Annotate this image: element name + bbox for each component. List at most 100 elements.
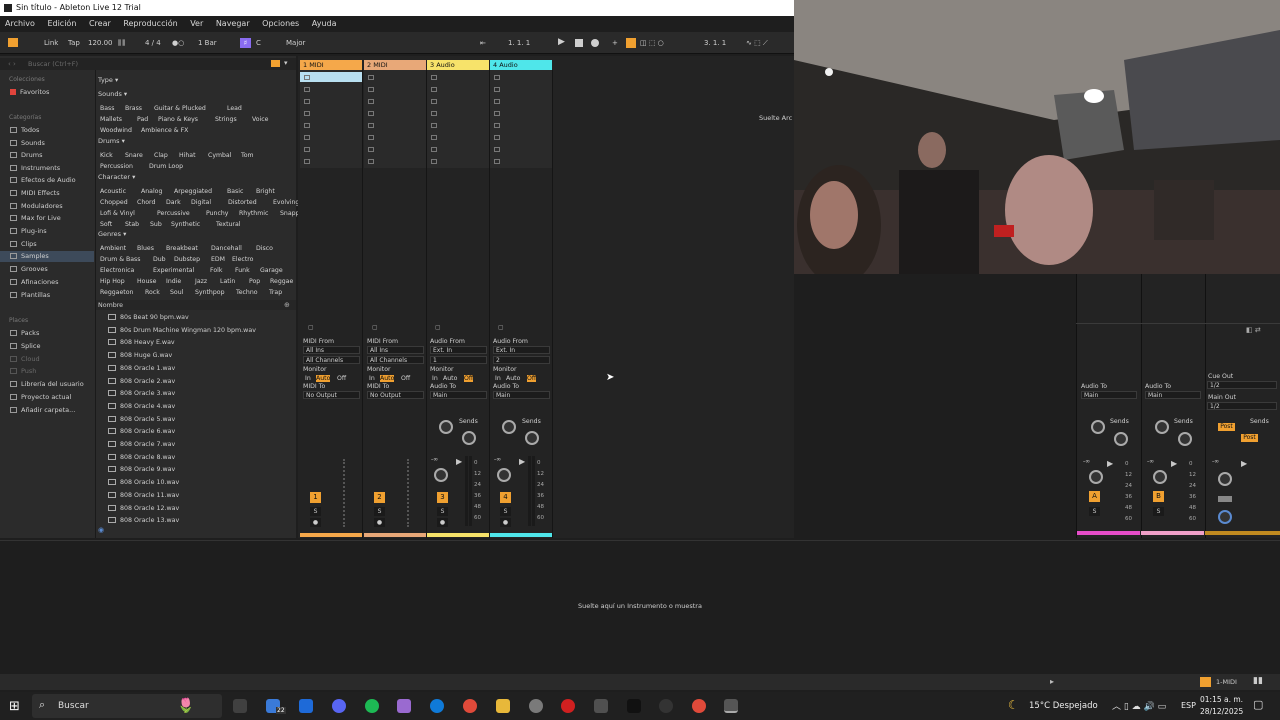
tag-filter-button[interactable]: Cymbal [208,152,231,159]
return-send-b-knob[interactable] [1114,432,1128,446]
tag-filter-button[interactable]: Synthpop [195,289,225,296]
master-cue-volume-knob[interactable] [1218,510,1232,524]
input-channel-select[interactable]: All Channels [367,356,424,364]
tag-filter-button[interactable]: Textural [216,221,241,228]
clip-stop-icon[interactable]: ▢ [308,324,314,331]
pan-knob[interactable] [434,468,448,482]
tag-filter-button[interactable]: Digital [191,199,211,206]
menu-archivo[interactable]: Archivo [5,19,35,28]
tag-filter-button[interactable]: Reggae [270,278,293,285]
return-send-a-knob[interactable] [1091,420,1105,434]
tag-filter-button[interactable]: Hip Hop [100,278,125,285]
clip-slot-stop-icon[interactable] [368,111,374,116]
return-solo-button[interactable]: S [1089,507,1100,516]
place-add-folder[interactable]: Añadir carpeta... [10,406,75,414]
clip-slot-stop-icon[interactable] [431,135,437,140]
tag-filter-button[interactable]: Funk [235,267,250,274]
place-cloud[interactable]: Cloud [10,355,40,363]
tag-filter-button[interactable]: Percussive [157,210,190,217]
tag-filter-button[interactable]: Guitar & Plucked [154,105,206,112]
sidebar-item-instruments[interactable]: Instruments [10,164,60,172]
input-type-select[interactable]: All Ins [303,346,360,354]
task-view-icon[interactable] [233,699,247,713]
menu-reproduccion[interactable]: Reproducción [123,19,177,28]
clip-stop-icon[interactable]: ▢ [498,324,504,331]
tag-filter-button[interactable]: House [137,278,156,285]
file-list-item[interactable]: 808 Oracle 4.wav [108,402,175,410]
file-list-item[interactable]: 808 Oracle 8.wav [108,453,175,461]
track-play-icon[interactable]: ▶ [456,457,462,466]
track-header[interactable]: 4 Audio [490,60,552,70]
clip-slot-stop-icon[interactable] [431,123,437,128]
sidebar-item-midi-effects[interactable]: MIDI Effects [10,189,60,197]
tag-filter-button[interactable]: Ambient [100,245,126,252]
sidebar-item-favoritos[interactable]: Favoritos [10,88,49,96]
tag-filter-button[interactable]: Experimental [153,267,194,274]
tag-filter-button[interactable]: Chopped [100,199,128,206]
volume-readout[interactable]: -∞ [431,456,438,463]
return-activator-button[interactable]: B [1153,491,1164,502]
sidebar-item-grooves[interactable]: Grooves [10,265,48,273]
master-volume-readout[interactable]: -∞ [1212,458,1219,465]
tag-filter-button[interactable]: Dark [166,199,181,206]
return-play-icon[interactable]: ▶ [1171,459,1177,468]
clip-slot-stop-icon[interactable] [304,123,310,128]
tag-filter-button[interactable]: Synthetic [171,221,200,228]
return-output-select[interactable]: Main [1081,391,1137,399]
tag-filter-button[interactable]: Basic [227,188,243,195]
tag-filter-button[interactable]: Dancehall [211,245,242,252]
sidebar-item-modulators[interactable]: Moduladores [10,202,63,210]
cue-out-select[interactable]: 1/2 [1207,381,1277,389]
track-activator-button[interactable]: 3 [437,492,448,503]
language-indicator[interactable]: ESP [1181,701,1196,710]
sidebar-item-templates[interactable]: Plantillas [10,291,50,299]
sidebar-item-max-for-live[interactable]: Max for Live [10,214,61,222]
input-channel-select[interactable]: 2 [493,356,550,364]
send-b-knob[interactable] [525,431,539,445]
monitor-in-button[interactable]: In [369,375,375,382]
meter-toggle-icon[interactable]: ▮▮ [1253,676,1263,686]
clip-slot-stop-icon[interactable] [304,147,310,152]
tag-filter-button[interactable]: Woodwind [100,127,132,134]
tag-filter-button[interactable]: Punchy [206,210,228,217]
track-play-icon[interactable]: ▶ [519,457,525,466]
name-column-header[interactable]: Nombre [98,302,123,309]
time-signature-field[interactable]: 4 / 4 [145,39,161,47]
clip-slot-stop-icon[interactable] [431,111,437,116]
menu-opciones[interactable]: Opciones [262,19,299,28]
tag-filter-button[interactable]: Ambience & FX [141,127,188,134]
scale-mode-icon[interactable]: ♯ [240,38,251,48]
tag-filter-button[interactable]: EDM [211,256,225,263]
tag-filter-button[interactable]: Latin [220,278,235,285]
tag-filter-button[interactable]: Disco [256,245,273,252]
sidebar-item-sounds[interactable]: Sounds [10,139,45,147]
record-icon[interactable] [591,39,599,47]
taskbar-search-box[interactable]: ⌕ Buscar 🌷 [32,694,222,718]
output-type-select[interactable]: No Output [303,391,360,399]
clip-slot-stop-icon[interactable] [368,99,374,104]
tag-filter-button[interactable]: Hihat [179,152,196,159]
nav-back-icon[interactable]: ‹ › [8,60,16,68]
clock-date[interactable]: 28/12/2025 [1200,707,1243,716]
draw-mode-icon[interactable]: ∿ ⬚ ⟋ [746,39,768,48]
monitor-auto-button[interactable]: Auto [443,375,457,382]
file-explorer-icon[interactable] [496,699,510,713]
track-activator-button[interactable]: 4 [500,492,511,503]
arm-record-button[interactable]: ● [500,518,511,527]
track-header[interactable]: 1 MIDI [300,60,362,70]
monitor-off-button[interactable]: Off [527,375,537,382]
tag-filter-button[interactable]: Drum & Bass [100,256,141,263]
monitor-in-button[interactable]: In [305,375,311,382]
sidebar-item-drums[interactable]: Drums [10,151,43,159]
type-filter-heading[interactable]: Type ▾ [98,76,118,84]
clip-slot-stop-icon[interactable] [304,159,310,164]
overdub-icon[interactable]: + [612,39,618,47]
notification-icon[interactable]: ▢ [1253,698,1263,711]
preview-icon[interactable]: ◉ [98,526,104,534]
tempo-nudge-icon[interactable]: ⫼⫼ [118,39,126,48]
place-push[interactable]: Push [10,367,36,375]
monitor-in-button[interactable]: In [432,375,438,382]
sidebar-item-samples[interactable]: Samples [10,252,49,260]
tag-filter-button[interactable]: Sub [150,221,162,228]
sidebar-item-tunings[interactable]: Afinaciones [10,278,59,286]
